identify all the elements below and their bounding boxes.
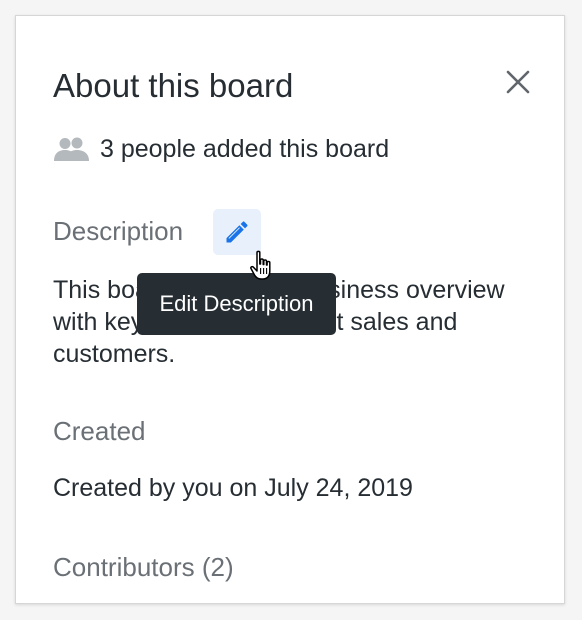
about-board-panel: About this board 3 people added this boa…: [15, 15, 565, 604]
panel-title: About this board: [53, 67, 294, 104]
people-added-row: 3 people added this board: [53, 134, 389, 164]
close-icon: [506, 70, 530, 94]
contributors-heading: Contributors (2): [53, 552, 234, 582]
close-button[interactable]: [500, 64, 536, 100]
created-heading: Created: [53, 416, 146, 446]
edit-description-tooltip: Edit Description: [137, 273, 336, 335]
hand-pointer-icon: [250, 250, 271, 280]
people-added-text: 3 people added this board: [100, 134, 390, 163]
created-text: Created by you on July 24, 2019: [53, 474, 413, 502]
description-heading: Description: [53, 216, 184, 246]
pencil-icon: [226, 221, 248, 243]
people-icon: [54, 137, 89, 161]
